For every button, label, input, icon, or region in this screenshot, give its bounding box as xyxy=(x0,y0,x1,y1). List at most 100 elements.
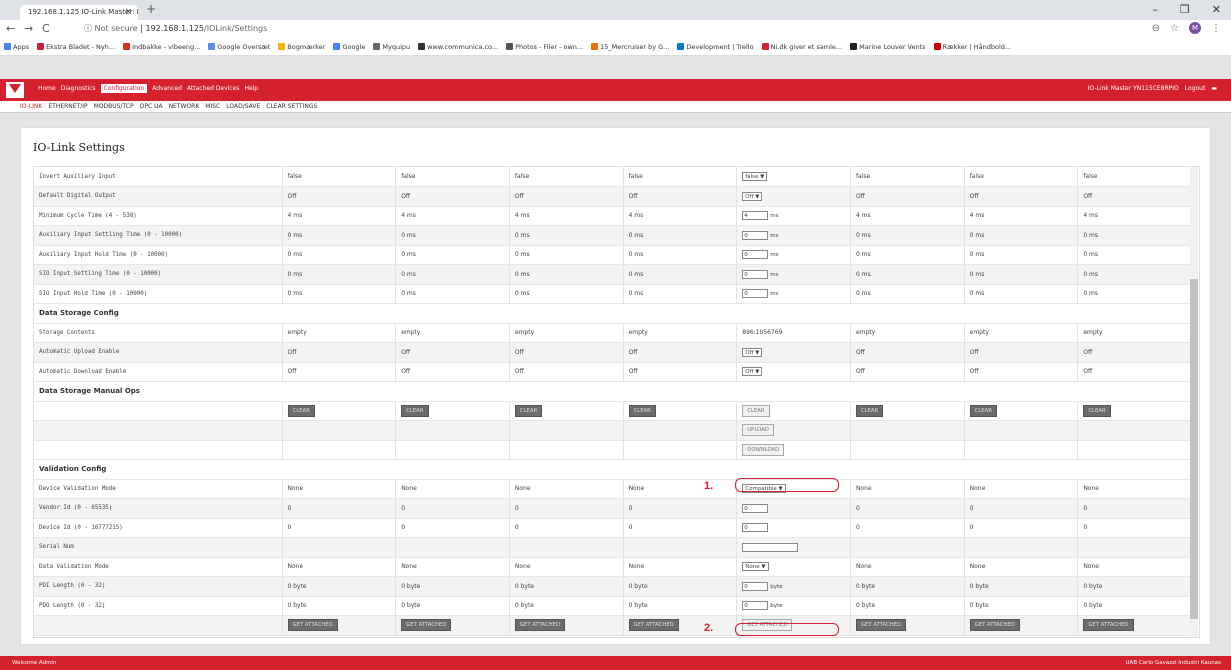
port-cell: 0 byte xyxy=(623,576,738,597)
bookmark-item[interactable]: Ni.dk giver et samle... xyxy=(761,43,842,51)
subnav-load-save[interactable]: LOAD/SAVE xyxy=(226,103,260,110)
bookmark-item[interactable]: Bogmærker xyxy=(278,43,325,51)
zoom-icon[interactable]: ⊖ xyxy=(1152,23,1160,34)
port-value: 0 ms xyxy=(969,270,985,278)
port5-input[interactable]: 0 xyxy=(742,601,769,611)
subnav-modbus-tcp[interactable]: MODBUS/TCP xyxy=(94,103,134,110)
scrollbar-thumb[interactable] xyxy=(1190,279,1198,619)
logout-link[interactable]: Logout xyxy=(1185,85,1206,92)
port-cell xyxy=(282,537,397,558)
port5-input[interactable] xyxy=(742,542,799,552)
menu-item-configuration[interactable]: Configuration xyxy=(100,84,148,93)
forward-icon[interactable]: → xyxy=(24,22,33,35)
bookmark-item[interactable]: Photos - Filer - own... xyxy=(506,43,583,51)
back-icon[interactable]: ← xyxy=(6,22,15,35)
maximize-icon[interactable]: ❐ xyxy=(1180,3,1190,16)
flag-icon[interactable]: ▬ xyxy=(1211,85,1217,92)
port-value: 0 xyxy=(514,504,519,512)
port5-select[interactable]: Off ▼ xyxy=(742,367,763,377)
kebab-menu-icon[interactable]: ⋮ xyxy=(1211,23,1221,34)
menu-item-home[interactable]: Home xyxy=(38,85,56,93)
table-row: Validation Config xyxy=(34,459,1192,480)
bookmark-item[interactable]: Marine Louver Vents xyxy=(850,43,926,51)
minimize-icon[interactable]: – xyxy=(1152,3,1158,16)
subnav-io-link[interactable]: IO-LINK xyxy=(20,103,42,110)
menu-item-attached-devices[interactable]: Attached Devices xyxy=(187,85,240,93)
port-clear-button[interactable]: CLEAR xyxy=(855,404,884,417)
port-clear-button[interactable]: CLEAR xyxy=(514,404,543,417)
bookmark-item[interactable]: Rækker | Håndbold... xyxy=(933,42,1012,51)
port-clear-button[interactable]: CLEAR xyxy=(628,404,656,417)
port-cell: 0 xyxy=(736,498,851,519)
port5-input[interactable]: 0 xyxy=(742,230,769,240)
port-cell: 0 xyxy=(964,498,1079,519)
bookmark-item[interactable]: Google Oversæt xyxy=(208,43,270,51)
bookmark-item[interactable]: Development | Trello xyxy=(677,43,754,51)
bookmark-item[interactable]: Myquipu xyxy=(373,43,410,51)
bookmark-item[interactable]: Google xyxy=(333,43,365,51)
port-cell: None xyxy=(1077,557,1192,577)
bookmark-item[interactable]: Indbakke - vibeeng... xyxy=(123,43,200,51)
port5-select[interactable]: None ▼ xyxy=(742,562,769,572)
port-get-attached-button[interactable]: GET ATTACHED xyxy=(969,619,1020,632)
port5-clear-button[interactable]: CLEAR xyxy=(742,404,770,417)
port-value: false xyxy=(969,173,984,180)
menu-item-help[interactable]: Help xyxy=(244,85,258,93)
port5-input[interactable]: 0 xyxy=(742,581,769,591)
port5-select[interactable]: false ▼ xyxy=(742,172,768,181)
menu-item-diagnostics[interactable]: Diagnostics xyxy=(61,85,96,93)
bookmark-label: Apps xyxy=(13,42,30,51)
port-clear-button[interactable]: CLEAR xyxy=(1083,404,1111,417)
port-cell: 0 ms xyxy=(395,284,510,304)
subnav-misc[interactable]: MISC xyxy=(205,103,220,110)
close-tab-icon[interactable]: × xyxy=(124,7,132,17)
port5-download-button[interactable]: DOWNLOAD xyxy=(742,443,785,456)
port5-upload-button[interactable]: UPLOAD xyxy=(742,424,774,437)
port-value: 0 xyxy=(287,524,292,532)
port5-input[interactable]: 0 xyxy=(742,289,769,299)
port5-select[interactable]: Off ▼ xyxy=(742,191,763,201)
port-cell: Off xyxy=(282,362,397,382)
select-value: None xyxy=(745,564,760,571)
bookmark-item[interactable]: 15_Mercruiser by G... xyxy=(591,43,669,51)
bookmark-item[interactable]: Apps xyxy=(4,43,29,51)
bookmark-item[interactable]: Ekstra Bladet - Nyh... xyxy=(37,43,115,51)
port5-input[interactable]: 0 xyxy=(742,269,769,279)
port-value: Off xyxy=(1083,192,1093,200)
port5-input[interactable]: 4 xyxy=(742,211,769,221)
port-cell: None xyxy=(395,479,510,499)
subnav-network[interactable]: NETWORK xyxy=(169,103,200,110)
star-icon[interactable]: ☆ xyxy=(1170,23,1179,34)
row-label: Device Validation Mode xyxy=(34,479,283,499)
subnav-clear-settings[interactable]: CLEAR SETTINGS xyxy=(266,103,317,110)
subnav-ethernet-ip[interactable]: ETHERNET/IP xyxy=(48,103,87,110)
port-get-attached-button[interactable]: GET ATTACHED xyxy=(628,619,679,632)
device-name: IO-Link Master YN115CE8RPIO xyxy=(1087,85,1179,92)
port5-input[interactable]: 0 xyxy=(742,523,769,533)
avatar[interactable]: M xyxy=(1189,22,1201,34)
port-cell: 0 ms xyxy=(1077,225,1192,246)
port5-input[interactable]: 0 xyxy=(742,503,769,513)
port-get-attached-button[interactable]: GET ATTACHED xyxy=(855,619,907,632)
url-field[interactable]: ⓘ Not secure | 192.168.1.125/IOLink/Sett… xyxy=(84,23,267,34)
port-cell: GET ATTACHED xyxy=(509,615,624,636)
port5-select[interactable]: Off ▼ xyxy=(742,347,763,357)
port5-input[interactable]: 0 xyxy=(742,250,769,260)
close-window-icon[interactable]: ✕ xyxy=(1212,3,1221,16)
port-cell xyxy=(623,440,738,460)
bookmark-label: Rækker | Håndbold... xyxy=(942,42,1012,51)
port-clear-button[interactable]: CLEAR xyxy=(969,404,997,417)
menu-item-advanced[interactable]: Advanced xyxy=(152,85,182,93)
reload-icon[interactable]: C xyxy=(42,22,50,35)
port-clear-button[interactable]: CLEAR xyxy=(287,404,315,417)
port-get-attached-button[interactable]: GET ATTACHED xyxy=(514,619,566,632)
port-get-attached-button[interactable]: GET ATTACHED xyxy=(1083,619,1134,632)
row-label: Default Digital Output xyxy=(34,186,283,207)
new-tab-icon[interactable]: + xyxy=(146,2,156,16)
subnav-opc-ua[interactable]: OPC UA xyxy=(140,103,163,110)
port-get-attached-button[interactable]: GET ATTACHED xyxy=(287,619,338,632)
port-clear-button[interactable]: CLEAR xyxy=(401,404,429,417)
bookmark-item[interactable]: www.communica.co... xyxy=(418,43,498,51)
browser-tab[interactable]: 192.168.1.125 IO-Link Master: IO × xyxy=(20,5,138,20)
port-get-attached-button[interactable]: GET ATTACHED xyxy=(401,619,452,632)
